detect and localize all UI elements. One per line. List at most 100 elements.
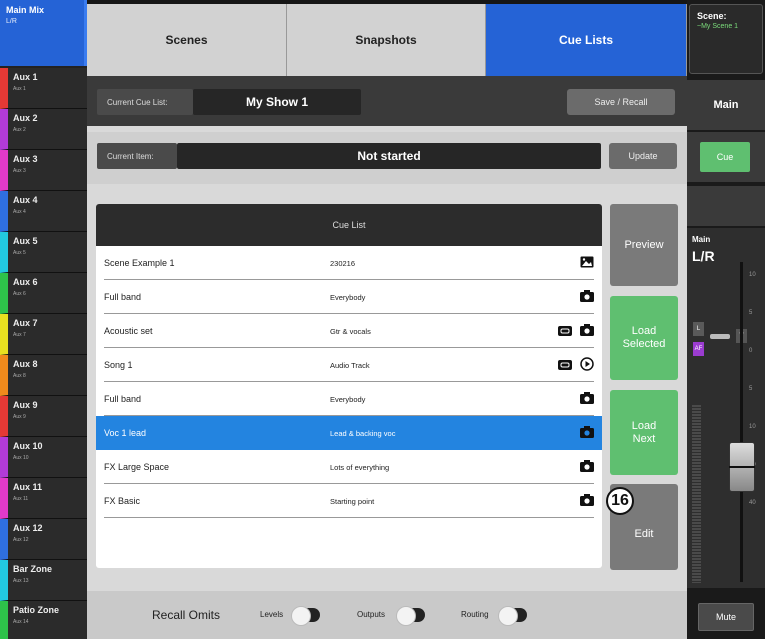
outputs-toggle[interactable] (396, 606, 425, 626)
cue-name: Song 1 (104, 360, 133, 370)
sidebar-aux-item[interactable]: Aux 3 Aux 3 (0, 150, 87, 191)
camera-icon (580, 493, 594, 511)
scene-indicator[interactable]: Scene: ~My Scene 1 (689, 4, 763, 74)
aux-name: Aux 8 (13, 359, 38, 369)
save-recall-button[interactable]: Save / Recall (567, 89, 675, 115)
levels-toggle[interactable] (291, 606, 320, 626)
cue-row[interactable]: Voc 1 lead Lead & backing voc (96, 416, 602, 450)
main-mix-sublabel: L/R (6, 18, 17, 25)
pan-slider[interactable] (710, 334, 730, 339)
sidebar-aux-item[interactable]: Aux 7 Aux 7 (0, 314, 87, 355)
cue-description: Lead & backing voc (330, 429, 396, 438)
fader-scale-label: 40 (749, 500, 756, 506)
aux-sublabel: Aux 14 (13, 619, 29, 625)
sidebar-aux-item[interactable]: Aux 10 Aux 10 (0, 437, 87, 478)
cue-row[interactable]: FX Large Space Lots of everything (96, 450, 602, 484)
aux-sublabel: Aux 6 (13, 291, 26, 297)
level-meter (692, 405, 701, 583)
link-icon (558, 357, 572, 375)
sidebar-aux-item[interactable]: Aux 4 Aux 4 (0, 191, 87, 232)
play-icon (580, 357, 594, 376)
cue-description: Starting point (330, 497, 375, 506)
aux-name: Aux 6 (13, 277, 38, 287)
sidebar-aux-item[interactable]: Aux 8 Aux 8 (0, 355, 87, 396)
camera-icon (580, 323, 594, 341)
load-selected-button[interactable]: Load Selected (610, 296, 678, 380)
cue-row[interactable]: Full band Everybody (96, 280, 602, 314)
sidebar-aux-item[interactable]: Aux 12 Aux 12 (0, 519, 87, 560)
outputs-label: Outputs (357, 610, 386, 619)
cue-description: Audio Track (330, 361, 370, 370)
cue-row[interactable]: Full band Everybody (96, 382, 602, 416)
sidebar-aux-item[interactable]: Aux 11 Aux 11 (0, 478, 87, 519)
cue-list-header: Cue List (96, 204, 602, 246)
aux-sublabel: Aux 11 (13, 496, 29, 502)
cue-row[interactable]: Acoustic set Gtr & vocals (96, 314, 602, 348)
link-icon (558, 323, 572, 341)
cue-name: Scene Example 1 (104, 258, 175, 268)
main-label: Main (687, 80, 765, 130)
aux-name: Aux 5 (13, 236, 38, 246)
sidebar-aux-item[interactable]: Aux 9 Aux 9 (0, 396, 87, 437)
aux-name: Aux 4 (13, 195, 38, 205)
preview-button[interactable]: Preview (610, 204, 678, 286)
fader-scale-label: 0 (749, 348, 753, 354)
update-button[interactable]: Update (609, 143, 677, 169)
sidebar-aux-item[interactable]: Aux 2 Aux 2 (0, 109, 87, 150)
cue-name: FX Large Space (104, 462, 170, 472)
aux-sublabel: Aux 5 (13, 250, 26, 256)
cue-button[interactable]: Cue (700, 142, 750, 172)
aux-sublabel: Aux 12 (13, 537, 29, 543)
cue-name: Full band (104, 292, 142, 302)
main-mix-label: Main Mix (6, 5, 45, 15)
row-divider (104, 517, 594, 518)
scene-label: Scene: (697, 11, 727, 21)
cue-row[interactable]: FX Basic Starting point (96, 484, 602, 518)
tab-scenes[interactable]: Scenes (87, 4, 287, 76)
aux-sublabel: Aux 9 (13, 414, 26, 420)
sidebar-aux-item[interactable]: Aux 1 Aux 1 (0, 68, 87, 109)
cue-description: Gtr & vocals (330, 327, 371, 336)
aux-sublabel: Aux 2 (13, 127, 26, 133)
camera-icon (580, 289, 594, 307)
main-mix-button[interactable]: Main Mix L/R (0, 0, 87, 66)
aux-name: Aux 12 (13, 523, 43, 533)
cue-row[interactable]: Scene Example 1 230216 (96, 246, 602, 280)
current-cue-list-value[interactable]: My Show 1 (193, 89, 361, 115)
aux-name: Aux 7 (13, 318, 38, 328)
aux-name: Aux 11 (13, 482, 43, 492)
tab-snapshots[interactable]: Snapshots (287, 4, 486, 76)
channel-title: Main (692, 235, 711, 244)
routing-label: Routing (461, 610, 489, 619)
aux-name: Aux 9 (13, 400, 38, 410)
cue-name: FX Basic (104, 496, 141, 506)
aux-name: Aux 3 (13, 154, 38, 164)
fader-handle-line (729, 466, 755, 468)
aux-sublabel: Aux 10 (13, 455, 29, 461)
spacer-strip (687, 186, 765, 226)
cue-description: Everybody (330, 395, 366, 404)
aux-sublabel: Aux 1 (13, 86, 26, 92)
cue-description: 230216 (330, 259, 356, 268)
aux-sublabel: Aux 4 (13, 209, 26, 215)
cue-name: Voc 1 lead (104, 428, 147, 438)
sidebar-aux-item[interactable]: Bar Zone Aux 13 (0, 560, 87, 601)
mute-button[interactable]: Mute (698, 603, 754, 631)
sidebar-aux-item[interactable]: Patio Zone Aux 14 (0, 601, 87, 639)
tab-cue-lists[interactable]: Cue Lists (486, 4, 687, 76)
load-next-button[interactable]: Load Next (610, 390, 678, 475)
sidebar-aux-item[interactable]: Aux 6 Aux 6 (0, 273, 87, 314)
channel-sub: L/R (692, 248, 715, 264)
aux-name: Patio Zone (13, 605, 60, 615)
camera-icon (580, 425, 594, 443)
recall-omits-label: Recall Omits (152, 608, 221, 622)
cue-row[interactable]: Song 1 Audio Track (96, 348, 602, 382)
camera-icon (580, 391, 594, 409)
fader-track (740, 262, 743, 582)
sidebar-aux-item[interactable]: Aux 5 Aux 5 (0, 232, 87, 273)
right-panel: Scene: ~My Scene 1 Main Cue Main L/R L A… (687, 0, 765, 639)
aux-sublabel: Aux 7 (13, 332, 26, 338)
current-cue-list-label: Current Cue List: (97, 89, 193, 115)
current-item-value: Not started (177, 143, 601, 169)
routing-toggle[interactable] (498, 606, 527, 626)
